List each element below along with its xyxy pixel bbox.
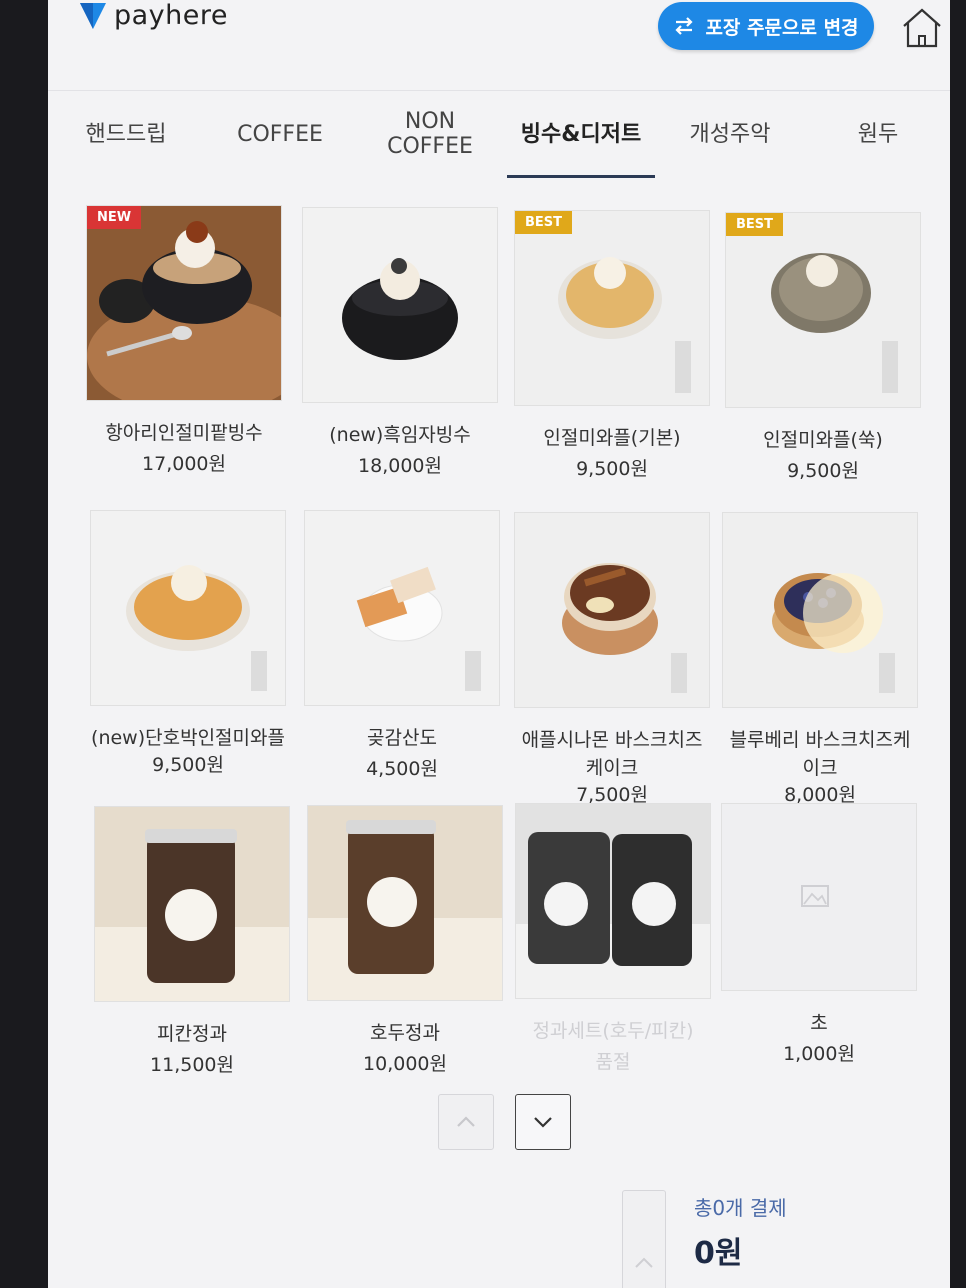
product-image: BEST xyxy=(725,212,921,408)
product-price: 9,500원 xyxy=(787,460,859,482)
sold-out-label: 품절 xyxy=(595,1051,631,1073)
product-name: 초 xyxy=(810,1012,828,1034)
product-image-placeholder xyxy=(721,803,917,991)
best-badge: BEST xyxy=(515,211,573,234)
tab-gaeseong-juak[interactable]: 개성주악 xyxy=(670,91,790,177)
product-name: (new)단호박인절미와플 xyxy=(91,727,285,749)
product-image xyxy=(515,803,711,999)
image-placeholder-icon xyxy=(801,885,829,907)
product-name: 인절미와플(쑥) xyxy=(763,429,883,451)
product-image: BEST xyxy=(514,210,710,406)
product-price: 1,000원 xyxy=(783,1043,855,1065)
product-card[interactable]: BEST 인절미와플(기본) 9,500원 xyxy=(514,210,710,482)
takeout-toggle-button[interactable]: 포장 주문으로 변경 xyxy=(658,2,874,50)
home-icon[interactable] xyxy=(900,6,944,50)
product-name: (new)흑임자빙수 xyxy=(329,424,471,446)
product-image: NEW xyxy=(86,205,282,401)
logo-mark-icon xyxy=(80,2,106,29)
product-name: 호두정과 xyxy=(370,1022,440,1044)
product-card[interactable]: 애플시나몬 바스크치즈케이크 7,500원 xyxy=(514,512,710,808)
logo-text: payhere xyxy=(114,0,229,31)
active-tab-indicator xyxy=(507,175,655,178)
product-name: 피칸정과 xyxy=(157,1023,227,1045)
product-image xyxy=(90,510,286,706)
category-tabs: 핸드드립 COFFEE NON COFFEE 빙수&디저트 개성주악 원두 xyxy=(48,90,950,178)
product-price: 11,500원 xyxy=(150,1054,234,1076)
total-count-label: 총0개 결제 xyxy=(694,1196,787,1220)
product-price: 9,500원 xyxy=(576,458,648,480)
product-name: 항아리인절미팥빙수 xyxy=(105,422,263,444)
product-card[interactable]: (new)단호박인절미와플 9,500원 xyxy=(90,510,286,778)
logo: payhere xyxy=(78,0,228,31)
new-badge: NEW xyxy=(87,206,142,229)
product-card[interactable]: 초 1,000원 xyxy=(721,803,917,1067)
product-image xyxy=(304,510,500,706)
tab-non-coffee[interactable]: NON COFFEE xyxy=(370,91,490,177)
header: payhere 포장 주문으로 변경 xyxy=(48,0,950,90)
product-image xyxy=(94,806,290,1002)
takeout-toggle-label: 포장 주문으로 변경 xyxy=(705,16,859,39)
product-price: 10,000원 xyxy=(363,1053,447,1075)
product-image xyxy=(514,512,710,708)
product-name: 정과세트(호두/피칸) xyxy=(532,1020,694,1042)
tab-coffee[interactable]: COFFEE xyxy=(220,91,340,177)
product-name: 곶감산도 xyxy=(367,727,437,749)
product-card[interactable]: BEST 인절미와플(쑥) 9,500원 xyxy=(725,212,921,484)
product-name: 인절미와플(기본) xyxy=(543,427,681,449)
chevron-up-icon xyxy=(457,1116,475,1127)
product-card[interactable]: 곶감산도 4,500원 xyxy=(304,510,500,782)
page-up-button[interactable] xyxy=(438,1094,494,1150)
product-image xyxy=(302,207,498,403)
product-price: 9,500원 xyxy=(152,754,224,776)
product-card-sold-out: 정과세트(호두/피칸) 품절 xyxy=(515,803,711,1075)
tab-bingsu-dessert[interactable]: 빙수&디저트 xyxy=(507,91,655,177)
product-card[interactable]: 피칸정과 11,500원 xyxy=(94,806,290,1078)
product-image xyxy=(722,512,918,708)
tab-handdrip[interactable]: 핸드드립 xyxy=(66,91,186,177)
product-card[interactable]: 블루베리 바스크치즈케이크 8,000원 xyxy=(722,512,918,808)
product-card[interactable]: (new)흑임자빙수 18,000원 xyxy=(302,207,498,479)
product-price: 18,000원 xyxy=(358,455,442,477)
product-price: 4,500원 xyxy=(366,758,438,780)
product-name: 블루베리 바스크치즈케이크 xyxy=(729,729,911,779)
kiosk-screen: payhere 포장 주문으로 변경 핸드드립 COFFEE NON COFFE… xyxy=(48,0,950,1288)
cart-scroll-up-button[interactable] xyxy=(622,1190,666,1288)
product-card[interactable]: NEW 항아리인절미팥빙수 17,000원 xyxy=(86,205,282,477)
product-card[interactable]: 호두정과 10,000원 xyxy=(307,805,503,1077)
product-price: 17,000원 xyxy=(142,453,226,475)
product-name: 애플시나몬 바스크치즈케이크 xyxy=(521,729,703,779)
chevron-up-icon xyxy=(635,1257,653,1268)
best-badge: BEST xyxy=(726,213,784,236)
page-down-button[interactable] xyxy=(515,1094,571,1150)
product-image xyxy=(307,805,503,1001)
chevron-down-icon xyxy=(534,1117,552,1128)
tab-beans[interactable]: 원두 xyxy=(818,91,938,177)
total-amount: 0원 xyxy=(694,1236,743,1271)
swap-arrows-icon xyxy=(675,17,694,35)
